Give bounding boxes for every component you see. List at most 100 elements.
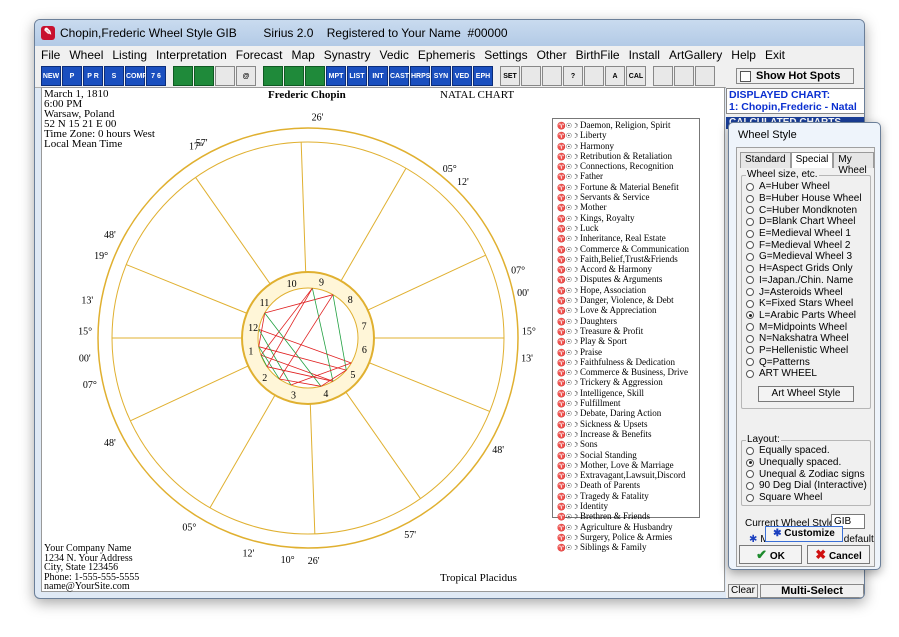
toolbar-button-icon-30[interactable] (695, 65, 715, 86)
radio-button[interactable] (746, 334, 754, 343)
radio-button[interactable] (746, 446, 754, 455)
menu-settings[interactable]: Settings (484, 48, 527, 62)
radio-button[interactable] (746, 369, 754, 378)
wheel-option-8[interactable]: I=Japan./Chin. Name (746, 275, 862, 287)
art-wheel-style-button[interactable]: Art Wheel Style (758, 386, 854, 402)
menu-help[interactable]: Help (731, 48, 756, 62)
menu-listing[interactable]: Listing (112, 48, 147, 62)
toolbar-button-?[interactable]: ? (563, 65, 583, 86)
radio-button[interactable] (746, 229, 754, 238)
wheel-option-5[interactable]: F=Medieval Wheel 2 (746, 239, 862, 251)
radio-button[interactable] (746, 311, 754, 320)
wheel-option-3[interactable]: D=Blank Chart Wheel (746, 216, 862, 228)
cancel-button[interactable]: ✖ Cancel (807, 545, 870, 564)
toolbar-button-icon-7[interactable] (194, 65, 214, 86)
wheel-option-12[interactable]: M=Midpoints Wheel (746, 321, 862, 333)
menu-file[interactable]: File (41, 48, 60, 62)
layout-option-3[interactable]: 90 Deg Dial (Interactive) (746, 480, 867, 492)
menu-map[interactable]: Map (291, 48, 314, 62)
wheel-option-4[interactable]: E=Medieval Wheel 1 (746, 228, 862, 240)
radio-button[interactable] (746, 276, 754, 285)
toolbar-button-cast[interactable]: CAST (389, 65, 409, 86)
wheel-option-15[interactable]: Q=Patterns (746, 356, 862, 368)
radio-button[interactable] (746, 288, 754, 297)
layout-option-0[interactable]: Equally spaced. (746, 445, 867, 457)
wheel-option-10[interactable]: K=Fixed Stars Wheel (746, 298, 862, 310)
toolbar-button-@[interactable]: @ (236, 65, 256, 86)
radio-button[interactable] (746, 217, 754, 226)
toolbar-button-icon-11[interactable] (284, 65, 304, 86)
radio-button[interactable] (746, 194, 754, 203)
radio-button[interactable] (746, 493, 754, 502)
radio-button[interactable] (746, 470, 754, 479)
toolbar-button-icon-23[interactable] (542, 65, 562, 86)
radio-button[interactable] (746, 182, 754, 191)
layout-option-1[interactable]: Unequally spaced. (746, 457, 867, 469)
toolbar-button-ved[interactable]: VED (452, 65, 472, 86)
tab-my-wheel[interactable]: My Wheel (833, 152, 874, 176)
wheel-option-2[interactable]: C=Huber Mondknoten (746, 204, 862, 216)
menu-wheel[interactable]: Wheel (69, 48, 103, 62)
radio-button[interactable] (746, 264, 754, 273)
toolbar-button-icon-28[interactable] (653, 65, 673, 86)
menu-interpretation[interactable]: Interpretation (156, 48, 227, 62)
toolbar-button-set[interactable]: SET (500, 65, 520, 86)
toolbar-button-hrps[interactable]: HRPS (410, 65, 430, 86)
menu-forecast[interactable]: Forecast (236, 48, 283, 62)
toolbar-button-syn[interactable]: SYN (431, 65, 451, 86)
show-hot-spots-toggle[interactable]: Show Hot Spots (736, 68, 854, 84)
wheel-option-13[interactable]: N=Nakshatra Wheel (746, 333, 862, 345)
wheel-option-1[interactable]: B=Huber House Wheel (746, 193, 862, 205)
toolbar-button-icon-22[interactable] (521, 65, 541, 86)
wheel-option-6[interactable]: G=Medieval Wheel 3 (746, 251, 862, 263)
radio-button[interactable] (746, 299, 754, 308)
radio-button[interactable] (746, 206, 754, 215)
toolbar-button-mpt[interactable]: MPT (326, 65, 346, 86)
radio-button[interactable] (746, 346, 754, 355)
toolbar-button-cal[interactable]: CAL (626, 65, 646, 86)
radio-button[interactable] (746, 252, 754, 261)
toolbar-button-eph[interactable]: EPH (473, 65, 493, 86)
menu-exit[interactable]: Exit (765, 48, 785, 62)
toolbar-button-p[interactable]: P (62, 65, 82, 86)
menu-other[interactable]: Other (537, 48, 567, 62)
radio-button[interactable] (746, 481, 754, 490)
wheel-option-9[interactable]: J=Asteroids Wheel (746, 286, 862, 298)
tab-special[interactable]: Special (790, 152, 834, 168)
toolbar-button-icon-6[interactable] (173, 65, 193, 86)
toolbar-button-comp[interactable]: COMP (125, 65, 147, 86)
ok-button[interactable]: ✔ OK (739, 545, 802, 564)
toolbar-button-icon-29[interactable] (674, 65, 694, 86)
wheel-option-0[interactable]: A=Huber Wheel (746, 181, 862, 193)
menu-ephemeris[interactable]: Ephemeris (418, 48, 475, 62)
tab-standard[interactable]: Standard (740, 152, 791, 168)
toolbar-button-int[interactable]: INT (368, 65, 388, 86)
toolbar-button-icon-8[interactable] (215, 65, 235, 86)
radio-button[interactable] (746, 241, 754, 250)
menu-synastry[interactable]: Synastry (324, 48, 371, 62)
radio-button[interactable] (746, 323, 754, 332)
wheel-option-14[interactable]: P=Hellenistic Wheel (746, 345, 862, 357)
layout-option-4[interactable]: Square Wheel (746, 492, 867, 504)
customize-button[interactable]: ✱ Customize (765, 526, 843, 542)
toolbar-button-icon-10[interactable] (263, 65, 283, 86)
toolbar-button-p-r[interactable]: P R (83, 65, 103, 86)
menu-artgallery[interactable]: ArtGallery (669, 48, 722, 62)
toolbar-button-icon-12[interactable] (305, 65, 325, 86)
layout-option-2[interactable]: Unequal & Zodiac signs (746, 468, 867, 480)
wheel-option-7[interactable]: H=Aspect Grids Only (746, 263, 862, 275)
menu-install[interactable]: Install (629, 48, 660, 62)
menu-vedic[interactable]: Vedic (379, 48, 408, 62)
hot-spots-checkbox[interactable] (740, 70, 751, 82)
wheel-option-11[interactable]: L=Arabic Parts Wheel (746, 310, 862, 322)
radio-button[interactable] (746, 358, 754, 367)
toolbar-button-a[interactable]: A (605, 65, 625, 86)
clear-button[interactable]: Clear (728, 584, 758, 598)
toolbar-button-list[interactable]: LIST (347, 65, 367, 86)
menu-birthfile[interactable]: BirthFile (576, 48, 620, 62)
toolbar-button-7-6[interactable]: 7 6 (146, 65, 166, 86)
toolbar-button-new[interactable]: NEW (41, 65, 61, 86)
radio-button[interactable] (746, 458, 754, 467)
wheel-option-16[interactable]: ART WHEEL (746, 368, 862, 380)
multi-select-button[interactable]: Multi-Select (760, 584, 864, 598)
